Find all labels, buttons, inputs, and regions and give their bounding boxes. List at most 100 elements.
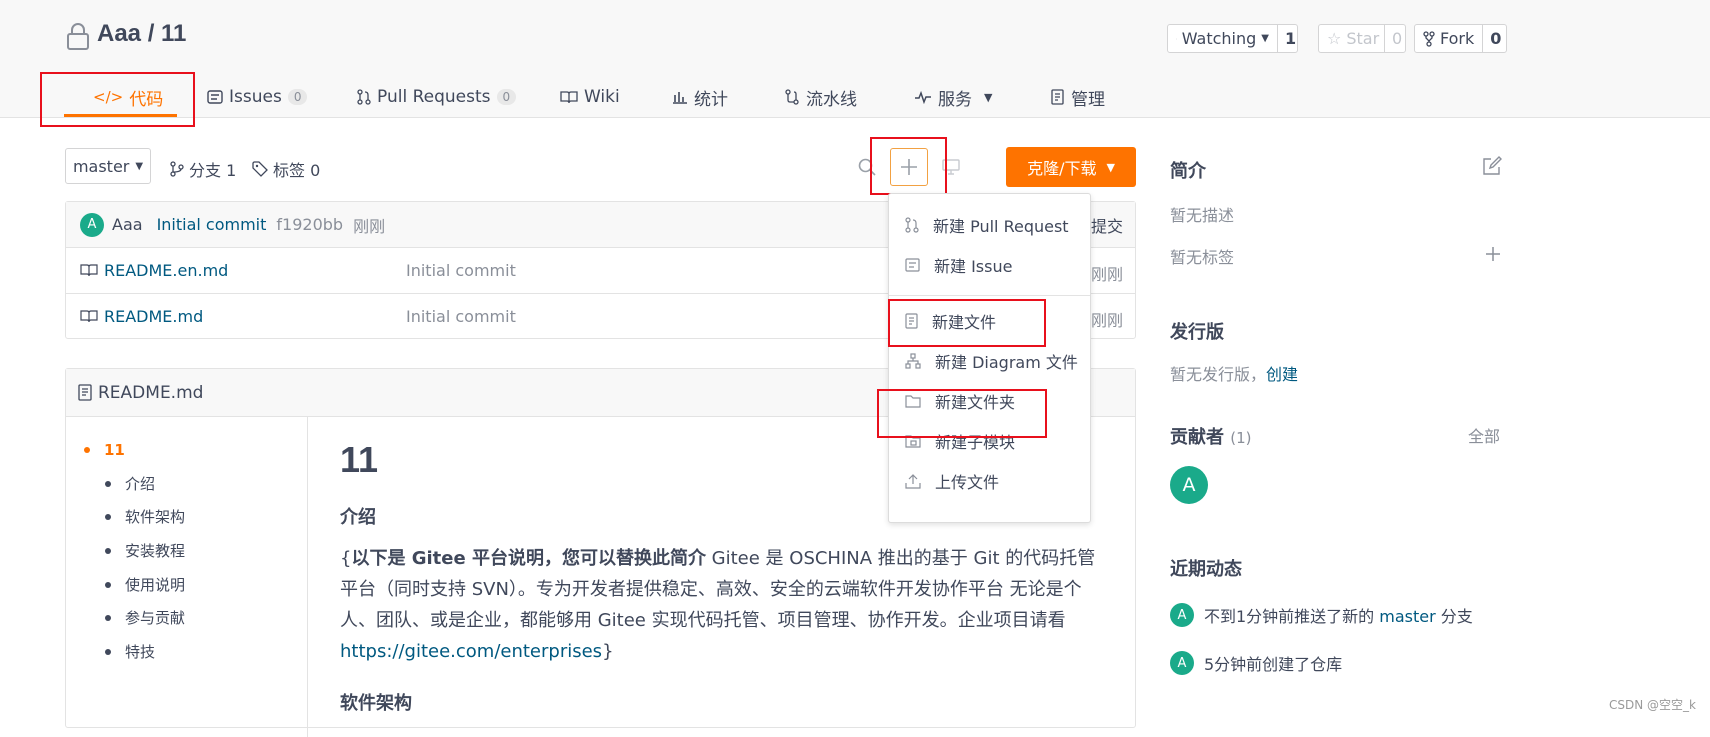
pull-request-icon xyxy=(905,217,919,233)
star-button[interactable]: ☆ Star 0 xyxy=(1318,24,1406,53)
branch-label: master xyxy=(73,157,129,176)
avatar[interactable]: A xyxy=(1170,651,1194,675)
toc-item[interactable]: 特技 xyxy=(105,641,155,662)
file-name[interactable]: README.en.md xyxy=(104,261,228,280)
highlight-new-folder xyxy=(877,389,1047,438)
highlight-code-tab xyxy=(40,72,195,127)
bar-chart-icon xyxy=(672,90,688,104)
contributors-title: 贡献者 (1) xyxy=(1170,423,1252,449)
pulse-icon xyxy=(914,90,932,104)
intro-description: 暂无描述 xyxy=(1170,202,1234,226)
fork-label: Fork xyxy=(1440,29,1474,48)
tags-label: 标签 0 xyxy=(273,157,320,181)
star-label: Star xyxy=(1346,29,1379,48)
readme-toc: 11 介绍 软件架构 安装教程 使用说明 参与贡献 特技 xyxy=(66,417,308,737)
branches-link[interactable]: 分支 1 xyxy=(170,157,236,181)
book-icon xyxy=(560,90,578,104)
intro-tags: 暂无标签 xyxy=(1170,244,1234,268)
file-commit-message[interactable]: Initial commit xyxy=(406,261,516,280)
add-tag-icon[interactable] xyxy=(1485,246,1501,262)
watch-count[interactable]: 1 xyxy=(1278,29,1303,48)
commit-message[interactable]: Initial commit xyxy=(157,215,267,234)
menu-item-new-diagram[interactable]: 新建 Diagram 文件 xyxy=(889,342,1090,380)
toc-item[interactable]: 软件架构 xyxy=(105,506,185,527)
branches-label: 分支 1 xyxy=(189,157,236,181)
tab-issues[interactable]: Issues 0 xyxy=(207,76,307,118)
activity-branch-link[interactable]: master xyxy=(1379,607,1435,626)
file-time: 刚刚 xyxy=(1091,261,1123,285)
menu-item-upload-file[interactable]: 上传文件 xyxy=(889,462,1090,500)
tab-pull-requests-label: Pull Requests xyxy=(377,87,491,107)
tag-icon xyxy=(252,161,268,177)
create-release-link[interactable]: 创建 xyxy=(1266,365,1298,384)
tab-manage[interactable]: 管理 xyxy=(1051,76,1105,118)
tab-services[interactable]: 服务 ▼ xyxy=(914,76,992,118)
add-new-dropdown: 新建 Pull Request 新建 Issue 新建文件 新建 Diagram… xyxy=(888,193,1091,523)
eye-icon xyxy=(1176,33,1177,45)
release-title: 发行版 xyxy=(1170,318,1224,344)
commit-time: 刚刚 xyxy=(353,213,385,237)
activity-item: A 不到1分钟前推送了新的 master 分支 xyxy=(1170,603,1473,627)
tab-wiki-label: Wiki xyxy=(584,87,620,107)
tab-services-label: 服务 xyxy=(938,85,972,110)
menu-item-new-pull-request[interactable]: 新建 Pull Request xyxy=(889,206,1090,244)
file-time: 刚刚 xyxy=(1091,307,1123,331)
commit-author[interactable]: Aaa xyxy=(112,215,143,234)
tags-link[interactable]: 标签 0 xyxy=(252,157,320,181)
activity-title: 近期动态 xyxy=(1170,555,1242,581)
release-info: 暂无发行版，创建 xyxy=(1170,361,1298,385)
star-count[interactable]: 0 xyxy=(1385,29,1409,48)
branch-select[interactable]: master ▼ xyxy=(65,148,151,184)
tab-pipeline-label: 流水线 xyxy=(806,85,857,110)
clone-download-button[interactable]: 克隆/下载 ▼ xyxy=(1006,147,1136,187)
clone-label: 克隆/下载 xyxy=(1027,155,1096,179)
settings-doc-icon xyxy=(1051,89,1065,105)
star-icon: ☆ xyxy=(1327,29,1341,48)
caret-down-icon: ▼ xyxy=(984,91,992,104)
fork-count[interactable]: 0 xyxy=(1483,29,1508,48)
menu-item-new-issue[interactable]: 新建 Issue xyxy=(889,246,1090,284)
fork-icon xyxy=(1423,31,1435,47)
caret-down-icon: ▼ xyxy=(1106,161,1114,174)
tab-stats-label: 统计 xyxy=(694,85,728,110)
repo-title[interactable]: Aaa / 11 xyxy=(97,20,186,48)
watch-button[interactable]: Watching ▼ 1 xyxy=(1167,24,1298,53)
readme-title: README.md xyxy=(98,383,203,403)
intro-title: 简介 xyxy=(1170,157,1206,183)
file-name[interactable]: README.md xyxy=(104,307,203,326)
file-commit-message[interactable]: Initial commit xyxy=(406,307,516,326)
tab-pipeline[interactable]: 流水线 xyxy=(784,76,857,118)
toc-item[interactable]: 参与贡献 xyxy=(105,607,185,628)
tab-issues-label: Issues xyxy=(229,87,282,107)
tab-stats[interactable]: 统计 xyxy=(672,76,728,118)
menu-divider xyxy=(889,295,1090,296)
avatar[interactable]: A xyxy=(80,213,104,237)
branch-icon xyxy=(170,161,184,177)
issues-badge: 0 xyxy=(288,89,308,105)
contributor-avatar[interactable]: A xyxy=(1170,466,1208,504)
lock-icon xyxy=(66,22,90,50)
avatar[interactable]: A xyxy=(1170,603,1194,627)
highlight-add-button xyxy=(870,137,947,195)
edit-icon[interactable] xyxy=(1482,156,1502,176)
fork-button[interactable]: Fork 0 xyxy=(1414,24,1507,53)
commit-hash[interactable]: f1920bb xyxy=(276,215,343,234)
issues-icon xyxy=(905,258,920,272)
readme-paragraph: {以下是 Gitee 平台说明，您可以替换此简介 Gitee 是 OSCHINA… xyxy=(340,543,1100,667)
enterprise-link[interactable]: https://gitee.com/enterprises xyxy=(340,641,602,662)
toc-item[interactable]: 安装教程 xyxy=(105,540,185,561)
diagram-icon xyxy=(905,353,921,369)
highlight-new-file xyxy=(888,299,1046,347)
contributors-all-link[interactable]: 全部 xyxy=(1468,423,1500,447)
readme-section-heading: 软件架构 xyxy=(340,689,1100,715)
book-icon xyxy=(80,310,98,323)
commits-link[interactable]: 提交 xyxy=(1091,213,1123,237)
upload-icon xyxy=(905,473,921,489)
toc-item[interactable]: 使用说明 xyxy=(105,574,185,595)
toc-item[interactable]: 介绍 xyxy=(105,473,155,494)
issues-icon xyxy=(207,90,223,104)
repo-header: Aaa / 11 Watching ▼ 1 ☆ Star 0 Fork 0 </… xyxy=(0,0,1710,118)
toc-item[interactable]: 11 xyxy=(84,441,125,459)
tab-wiki[interactable]: Wiki xyxy=(560,76,620,118)
tab-pull-requests[interactable]: Pull Requests 0 xyxy=(357,76,516,118)
